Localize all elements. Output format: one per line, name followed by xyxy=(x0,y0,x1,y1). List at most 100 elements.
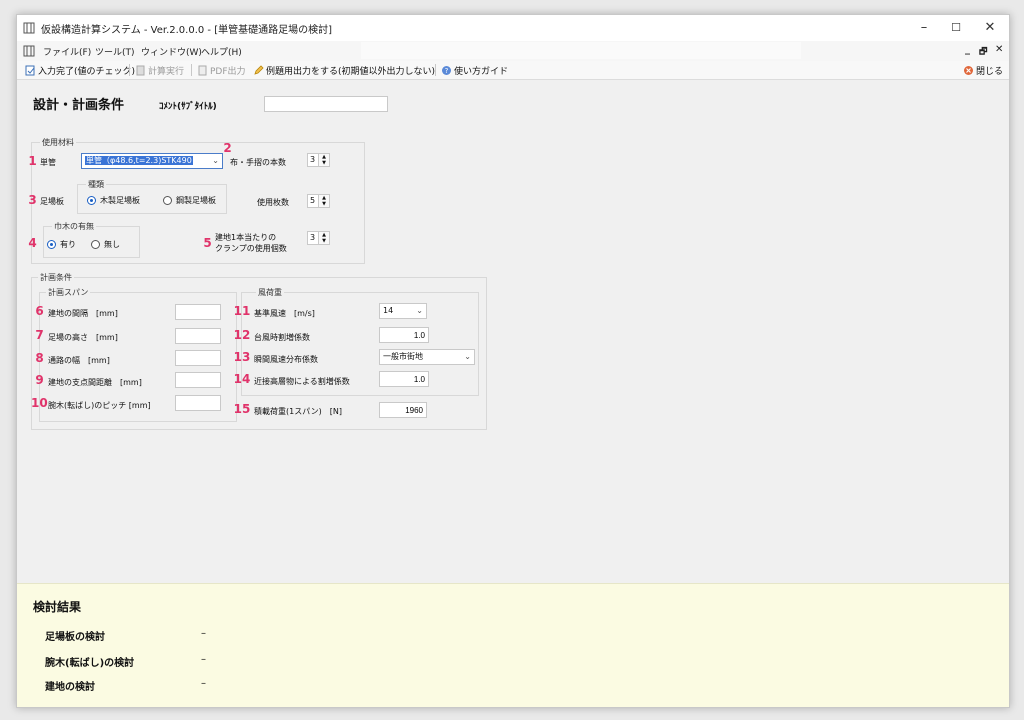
close-label: 閉じる xyxy=(976,67,1004,77)
gust-factor-value: 一般市街地 xyxy=(383,352,423,361)
board-usage-value: 5 xyxy=(307,194,319,208)
board-steel-radio[interactable]: 鋼製足場板 xyxy=(163,195,216,206)
menu-strip xyxy=(361,42,801,59)
mdi-close-button[interactable]: ✕ xyxy=(995,44,1003,55)
close-button[interactable]: 閉じる xyxy=(963,64,1003,77)
clamp-value: 3 xyxy=(307,231,319,245)
scaffold-height-input[interactable] xyxy=(175,328,221,344)
marker-8: 8 xyxy=(35,351,44,365)
toolbar: 入力完了(値のチェック) 計算実行 PDF出力 例題用出力をする(初期値以外出力… xyxy=(17,61,1009,80)
pipe-label: 単管 xyxy=(40,158,56,167)
mdi-restore-button[interactable]: 🗗 xyxy=(979,44,987,60)
handrail-value: 3 xyxy=(307,153,319,167)
edit-check-icon xyxy=(25,65,35,76)
wind-speed-label: 基準風速 [m/s] xyxy=(254,309,315,318)
guide-button[interactable]: ? 使い方ガイド xyxy=(441,64,508,77)
toolbar-separator xyxy=(435,64,436,76)
marker-7: 7 xyxy=(35,328,44,342)
main-content: 設計・計画条件 ｺﾒﾝﾄ(ｻﾌﾞﾀｲﾄﾙ) 使用材料 1 単管 単管（φ48.6… xyxy=(17,80,1009,583)
gust-factor-label: 瞬間風速分布係数 xyxy=(254,355,318,364)
maximize-button[interactable]: ☐ xyxy=(941,17,971,39)
highrise-factor-input[interactable] xyxy=(379,371,429,387)
clamp-stepper[interactable]: 3 ▲ ▼ xyxy=(307,231,330,245)
minimize-button[interactable]: – xyxy=(909,17,939,39)
marker-9: 9 xyxy=(35,373,44,387)
board-wood-label: 木製足場板 xyxy=(100,196,140,205)
typhoon-factor-label: 台風時割増係数 xyxy=(254,333,310,342)
spin-arrows-icon[interactable]: ▲ ▼ xyxy=(319,153,330,167)
board-usage-label: 使用枚数 xyxy=(257,198,289,207)
close-window-button[interactable]: ✕ xyxy=(975,17,1005,39)
app-icon xyxy=(23,22,35,34)
support-distance-label: 建地の支点間距離 [mm] xyxy=(48,378,142,387)
result-board-value: – xyxy=(201,628,206,639)
mdi-minimize-button[interactable]: _ xyxy=(965,44,970,55)
handrail-stepper[interactable]: 3 ▲ ▼ xyxy=(307,153,330,167)
support-distance-input[interactable] xyxy=(175,372,221,388)
marker-15: 15 xyxy=(233,402,251,416)
board-label: 足場板 xyxy=(40,197,64,206)
marker-5: 5 xyxy=(203,236,212,250)
calc-label: 計算実行 xyxy=(148,67,185,77)
handrail-label: 布・手摺の本数 xyxy=(230,158,286,167)
input-done-button[interactable]: 入力完了(値のチェック) xyxy=(25,64,135,77)
load-input[interactable] xyxy=(379,402,427,418)
result-post-label: 建地の検討 xyxy=(45,682,95,693)
title-bar: 仮設構造計算システム - Ver.2.0.0.0 - [単管基礎通路足場の検討]… xyxy=(17,15,1009,41)
document-icon xyxy=(23,45,35,57)
toeboard-title: 巾木の有無 xyxy=(52,221,96,232)
window-title: 仮設構造計算システム - Ver.2.0.0.0 - [単管基礎通路足場の検討] xyxy=(41,25,333,36)
result-arm-label: 腕木(転ばし)の検討 xyxy=(45,658,135,669)
marker-11: 11 xyxy=(233,304,251,318)
toeboard-no-label: 無し xyxy=(104,240,120,249)
toeboard-yes-radio[interactable]: 有り xyxy=(47,239,76,250)
wind-group-title: 風荷重 xyxy=(256,287,284,298)
menu-bar: ファイル(F) ツール(T) ウィンドウ(W) ヘルプ(H) _ 🗗 ✕ xyxy=(17,41,1009,61)
span-interval-input[interactable] xyxy=(175,304,221,320)
clamp-label-line1: 建地1本当たりの xyxy=(215,233,277,242)
marker-14: 14 xyxy=(233,372,251,386)
svg-text:?: ? xyxy=(445,67,449,75)
marker-4: 4 xyxy=(28,236,37,250)
toeboard-no-radio[interactable]: 無し xyxy=(91,239,120,250)
calc-button[interactable]: 計算実行 xyxy=(135,64,184,77)
clamp-label-line2: クランプの使用個数 xyxy=(215,244,287,253)
board-usage-stepper[interactable]: 5 ▲ ▼ xyxy=(307,194,330,208)
result-arm-value: – xyxy=(201,654,206,665)
typhoon-factor-input[interactable] xyxy=(379,327,429,343)
marker-12: 12 xyxy=(233,328,251,342)
toeboard-yes-label: 有り xyxy=(60,240,76,249)
span-group-title: 計画スパン xyxy=(46,287,91,298)
menu-tools[interactable]: ツール(T) xyxy=(95,45,135,58)
span-interval-label: 建地の間隔 [mm] xyxy=(48,309,118,318)
pdf-button[interactable]: PDF出力 xyxy=(197,64,246,77)
pipe-select[interactable]: 単管（φ48.6,t=2.3)STK490 ⌄ xyxy=(81,153,223,169)
wind-speed-select[interactable]: 14 ⌄ xyxy=(379,303,427,319)
menu-file[interactable]: ファイル(F) xyxy=(43,45,91,58)
marker-10: 10 xyxy=(31,396,48,410)
comment-input[interactable] xyxy=(264,96,388,112)
guide-label: 使い方ガイド xyxy=(454,67,509,77)
chevron-down-icon: ⌄ xyxy=(464,352,471,361)
spin-arrows-icon[interactable]: ▲ ▼ xyxy=(319,194,330,208)
results-title: 検討結果 xyxy=(33,600,82,614)
menu-help[interactable]: ヘルプ(H) xyxy=(201,45,242,58)
marker-1: 1 xyxy=(28,154,37,168)
example-output-button[interactable]: 例題用出力をする(初期値以外出力しない) xyxy=(253,64,435,77)
marker-13: 13 xyxy=(233,350,251,364)
chevron-down-icon: ⌄ xyxy=(416,306,423,315)
plan-group-title: 計画条件 xyxy=(38,272,74,283)
menu-window[interactable]: ウィンドウ(W) xyxy=(141,45,202,58)
passage-width-input[interactable] xyxy=(175,350,221,366)
gust-factor-select[interactable]: 一般市街地 ⌄ xyxy=(379,349,475,365)
close-circle-icon xyxy=(964,66,973,75)
pipe-select-value: 単管（φ48.6,t=2.3)STK490 xyxy=(85,156,193,165)
spin-arrows-icon[interactable]: ▲ ▼ xyxy=(319,231,330,245)
pencil-icon xyxy=(254,65,264,75)
arm-pitch-label: 腕木(転ばし)のピッチ [mm] xyxy=(48,401,151,410)
radio-unchecked-icon xyxy=(91,240,100,249)
input-done-label: 入力完了(値のチェック) xyxy=(38,67,136,77)
arm-pitch-input[interactable] xyxy=(175,395,221,411)
board-wood-radio[interactable]: 木製足場板 xyxy=(87,195,140,206)
marker-2: 2 xyxy=(223,141,232,155)
